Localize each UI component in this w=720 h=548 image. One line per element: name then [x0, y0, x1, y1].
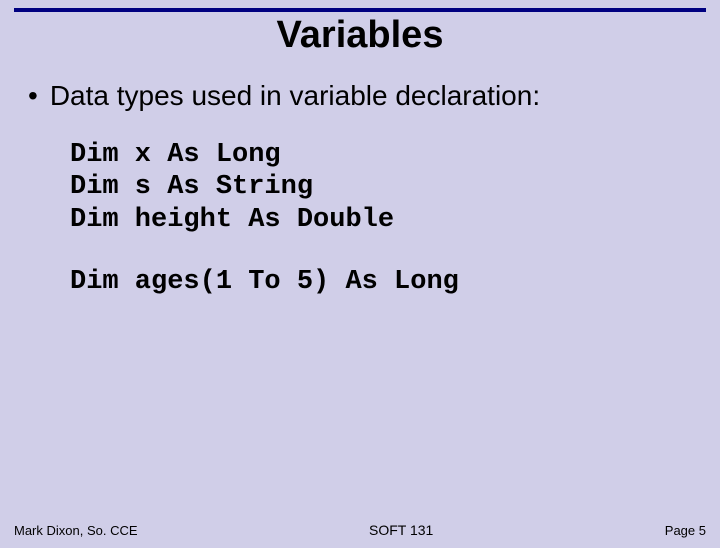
code-block-1: Dim x As Long Dim s As String Dim height… — [0, 139, 720, 236]
footer-author: Mark Dixon, So. CCE — [14, 523, 138, 538]
page-title: Variables — [0, 14, 720, 57]
bullet-item: • Data types used in variable declaratio… — [0, 79, 720, 113]
slide-footer: Mark Dixon, So. CCE SOFT 131 Page 5 — [0, 522, 720, 538]
footer-course: SOFT 131 — [369, 522, 433, 538]
title-rule — [14, 8, 706, 12]
footer-page: Page 5 — [665, 523, 706, 538]
bullet-marker: • — [28, 79, 38, 113]
bullet-text: Data types used in variable declaration: — [50, 79, 540, 113]
code-block-2: Dim ages(1 To 5) As Long — [0, 266, 720, 298]
